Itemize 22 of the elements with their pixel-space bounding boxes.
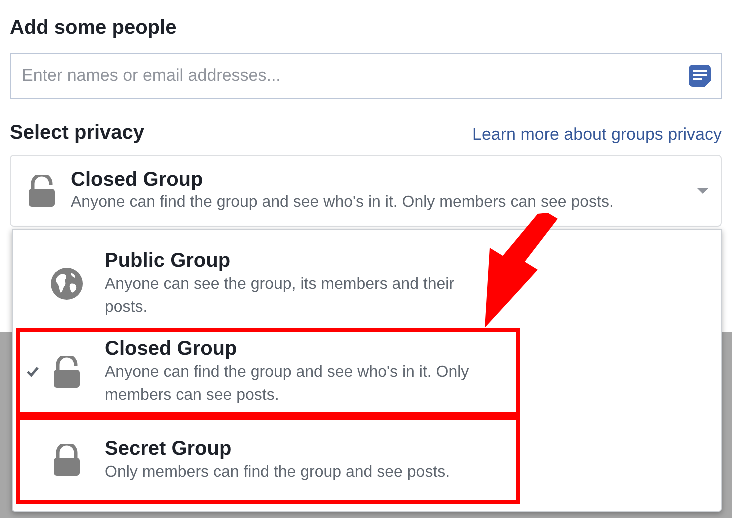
option-title: Closed Group — [105, 337, 238, 361]
option-title: Public Group — [105, 249, 232, 273]
section-heading: Add some people — [10, 16, 178, 41]
unlocked-padlock-icon — [28, 175, 56, 207]
option-title: Closed Group — [71, 168, 204, 192]
privacy-option[interactable]: Secret Group Only members can find the group and see posts. — [13, 416, 721, 504]
people-input[interactable]: Enter names or email addresses... — [10, 53, 722, 99]
option-title: Secret Group — [105, 436, 233, 460]
section-heading: Select privacy — [10, 121, 145, 146]
privacy-link[interactable]: Learn more about groups privacy — [472, 123, 722, 147]
option-description: Anyone can see the group, its members and their posts. — [105, 275, 456, 318]
globe-icon — [51, 268, 83, 300]
privacy-option[interactable]: Closed Group Anyone can find the group and see who's in it. Only members can see posts. — [13, 328, 721, 416]
privacy-select[interactable]: Closed Group Anyone can find the group and see who's in it. Only members can see posts. — [10, 155, 722, 227]
option-description: Only members can find the group and see posts. — [105, 462, 452, 482]
caret-icon[interactable] — [697, 188, 709, 194]
privacy-option[interactable]: Public Group Anyone can see the group, its members and their posts. — [13, 240, 721, 328]
padlock-icon — [53, 444, 81, 476]
option-description: Anyone can find the group and see who's in it. Only members can see posts. — [71, 193, 615, 213]
unlocked-padlock-icon — [53, 356, 81, 388]
list-icon[interactable] — [688, 64, 712, 88]
option-description: Anyone can find the group and see who's in it. Only members can see posts. — [105, 363, 470, 406]
